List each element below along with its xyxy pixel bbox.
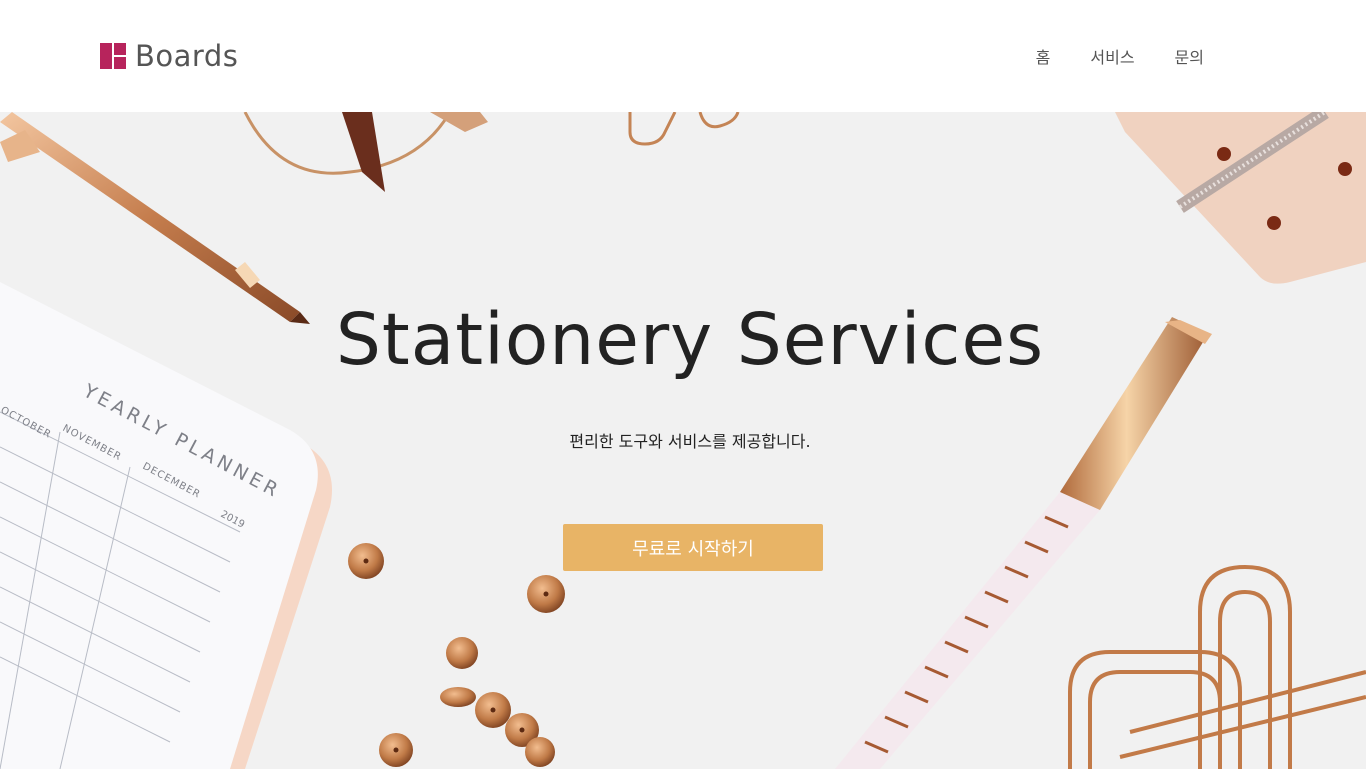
hero-section: YEARLY PLANNER OCTOBER NOVEMBER DECEMBER… bbox=[0, 112, 1366, 769]
hero-subtitle: 편리한 도구와 서비스를 제공합니다. bbox=[569, 432, 811, 451]
nav-contact-link[interactable]: 문의 bbox=[1175, 44, 1204, 68]
start-free-button[interactable]: 무료로 시작하기 bbox=[563, 524, 823, 571]
nav-services-link[interactable]: 서비스 bbox=[1090, 44, 1134, 68]
nav-home-link[interactable]: 홈 bbox=[1036, 44, 1051, 68]
boards-logo-icon bbox=[100, 43, 126, 69]
brand-name: Boards bbox=[135, 39, 239, 73]
brand-link[interactable]: Boards bbox=[100, 36, 238, 76]
hero-title: Stationery Services bbox=[335, 298, 1045, 381]
main-nav: 홈 서비스 문의 bbox=[1036, 44, 1204, 68]
site-header: Boards 홈 서비스 문의 bbox=[0, 0, 1366, 112]
